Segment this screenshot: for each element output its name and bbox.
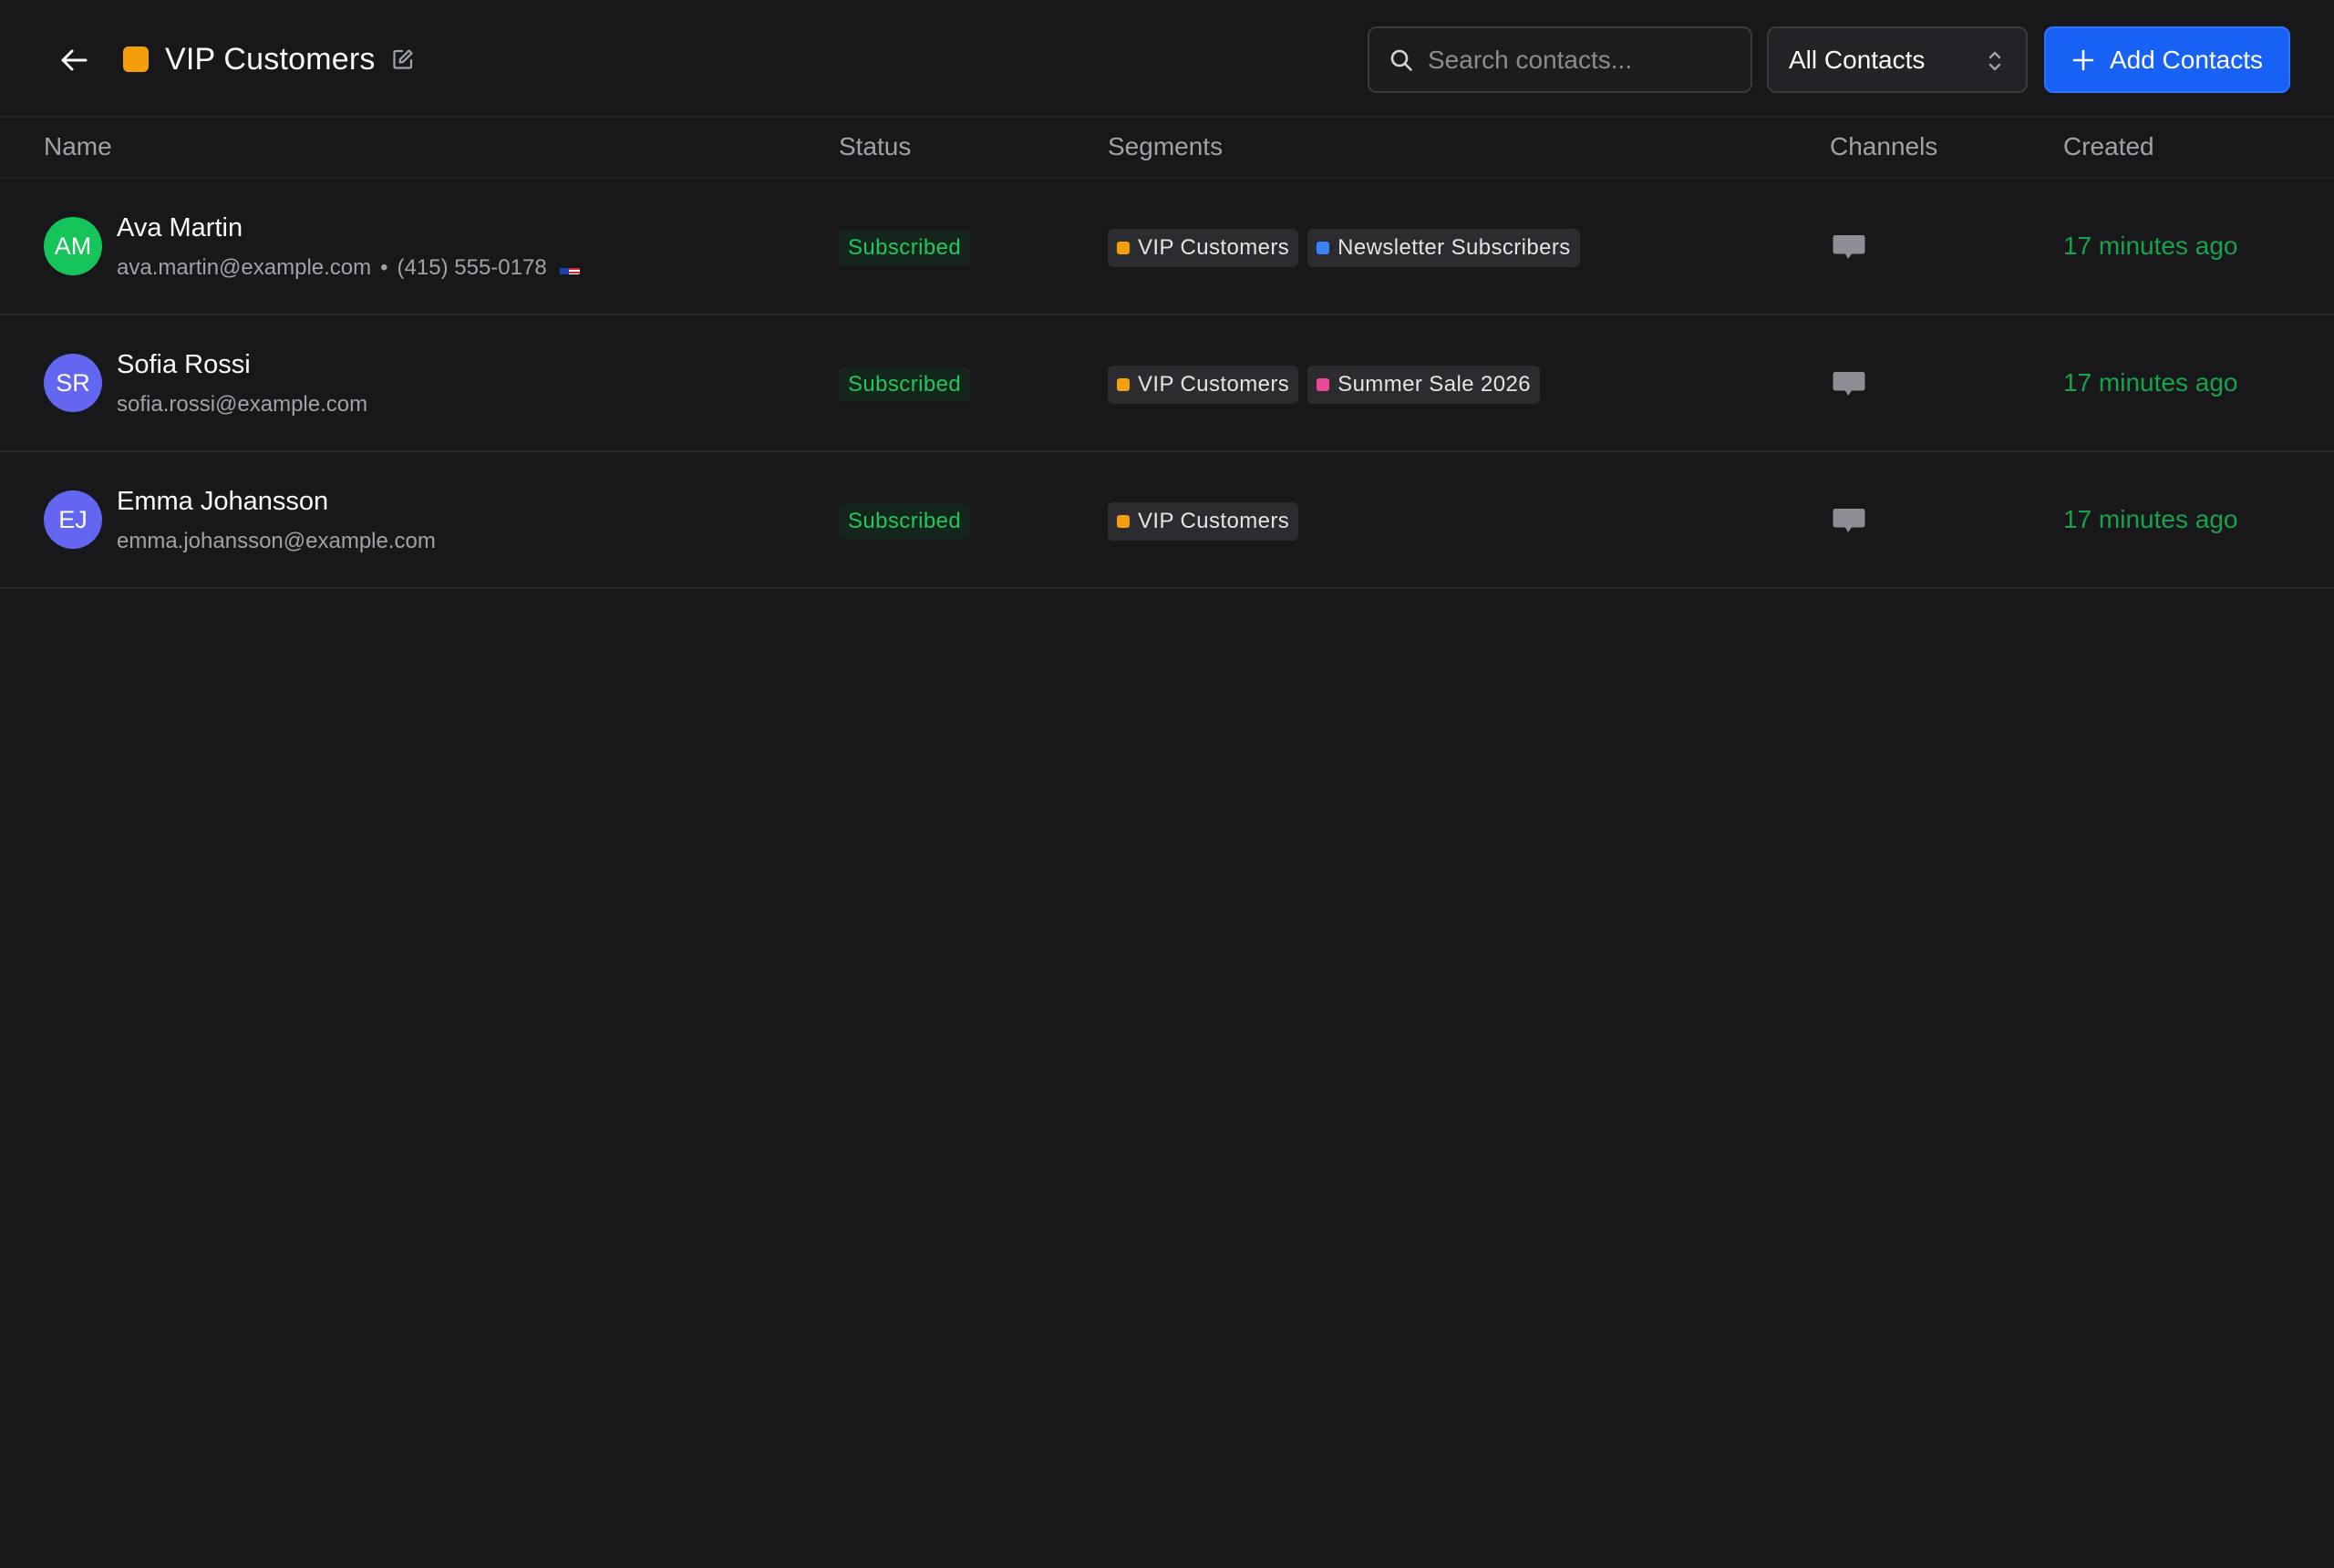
avatar: EJ <box>44 490 102 549</box>
chevron-up-down-icon <box>1988 51 2001 71</box>
us-flag-icon <box>559 262 580 274</box>
add-contacts-label: Add Contacts <box>2109 45 2264 74</box>
contact-phone: (415) 555-0178 <box>397 255 547 280</box>
avatar: AM <box>44 217 102 275</box>
segment-label: VIP Customers <box>1138 372 1290 397</box>
pencil-edit-icon <box>393 49 413 69</box>
segment-color-dot <box>1117 515 1130 528</box>
add-contacts-button[interactable]: Add Contacts <box>2044 26 2290 93</box>
segment-label: VIP Customers <box>1138 235 1290 260</box>
segment-tag[interactable]: Summer Sale 2026 <box>1307 366 1540 404</box>
column-header-status[interactable]: Status <box>839 132 911 161</box>
segment-color-dot <box>1117 242 1130 254</box>
avatar: SR <box>44 354 102 412</box>
segment-color-swatch <box>123 46 149 72</box>
contact-email: sofia.rossi@example.com <box>117 392 368 417</box>
contact-email: emma.johansson@example.com <box>117 529 436 553</box>
segment-tags: VIP Customers <box>1108 502 1299 541</box>
contact-email: ava.martin@example.com <box>117 255 372 280</box>
column-header-segments[interactable]: Segments <box>1108 132 1223 161</box>
chat-bubble-icon[interactable] <box>1831 504 1867 539</box>
plus-icon <box>2071 48 2095 72</box>
chat-bubble-icon[interactable] <box>1831 367 1867 402</box>
table-header: Name Status Segments Channels Created <box>0 118 2334 179</box>
chat-bubble-icon[interactable] <box>1831 231 1867 265</box>
arrow-left-icon <box>61 49 88 71</box>
segment-tags: VIP Customers Summer Sale 2026 <box>1108 366 1540 404</box>
segment-label: VIP Customers <box>1138 509 1290 533</box>
avatar-initials: EJ <box>58 505 88 533</box>
segment-color-dot <box>1117 378 1130 391</box>
table-row[interactable]: AM Ava Martin ava.martin@example.com • (… <box>0 179 2334 315</box>
segment-tag[interactable]: VIP Customers <box>1108 229 1299 267</box>
status-badge: Subscribed <box>839 231 971 265</box>
search-box[interactable] <box>1368 26 1752 93</box>
segment-tags: VIP Customers Newsletter Subscribers <box>1108 229 1580 267</box>
filter-selected-value: All Contacts <box>1789 45 1926 74</box>
status-badge: Subscribed <box>839 504 971 539</box>
contact-details: emma.johansson@example.com <box>117 529 436 554</box>
column-header-channels[interactable]: Channels <box>1830 132 1937 161</box>
created-time: 17 minutes ago <box>2063 368 2238 397</box>
page-header: VIP Customers All Contacts <box>0 0 2334 118</box>
contact-name[interactable]: Ava Martin <box>117 213 243 243</box>
contact-details: ava.martin@example.com • (415) 555-0178 <box>117 255 580 281</box>
avatar-initials: AM <box>54 232 92 260</box>
separator: • <box>380 255 388 280</box>
contacts-filter-select[interactable]: All Contacts <box>1767 26 2028 93</box>
segment-color-dot <box>1317 242 1330 254</box>
segment-color-dot <box>1317 378 1330 391</box>
search-input[interactable] <box>1428 45 1738 75</box>
contact-name[interactable]: Emma Johansson <box>117 487 328 517</box>
avatar-initials: SR <box>56 368 90 397</box>
segment-tag[interactable]: Newsletter Subscribers <box>1307 229 1580 267</box>
column-header-name[interactable]: Name <box>44 132 112 161</box>
table-row[interactable]: SR Sofia Rossi sofia.rossi@example.com S… <box>0 315 2334 452</box>
segment-tag[interactable]: VIP Customers <box>1108 502 1299 541</box>
edit-title-button[interactable] <box>390 46 416 72</box>
status-badge: Subscribed <box>839 367 971 402</box>
contact-details: sofia.rossi@example.com <box>117 392 367 418</box>
table-row[interactable]: EJ Emma Johansson emma.johansson@example… <box>0 452 2334 589</box>
segment-tag[interactable]: VIP Customers <box>1108 366 1299 404</box>
created-time: 17 minutes ago <box>2063 505 2238 533</box>
segment-label: Newsletter Subscribers <box>1337 235 1571 260</box>
table-body: AM Ava Martin ava.martin@example.com • (… <box>0 179 2334 589</box>
page-title: VIP Customers <box>165 41 376 77</box>
column-header-created[interactable]: Created <box>2063 132 2154 161</box>
back-button[interactable] <box>53 40 95 80</box>
search-icon <box>1388 46 1415 74</box>
segment-label: Summer Sale 2026 <box>1337 372 1531 397</box>
title-group: VIP Customers <box>123 33 416 86</box>
contact-name[interactable]: Sofia Rossi <box>117 350 251 380</box>
created-time: 17 minutes ago <box>2063 232 2238 260</box>
